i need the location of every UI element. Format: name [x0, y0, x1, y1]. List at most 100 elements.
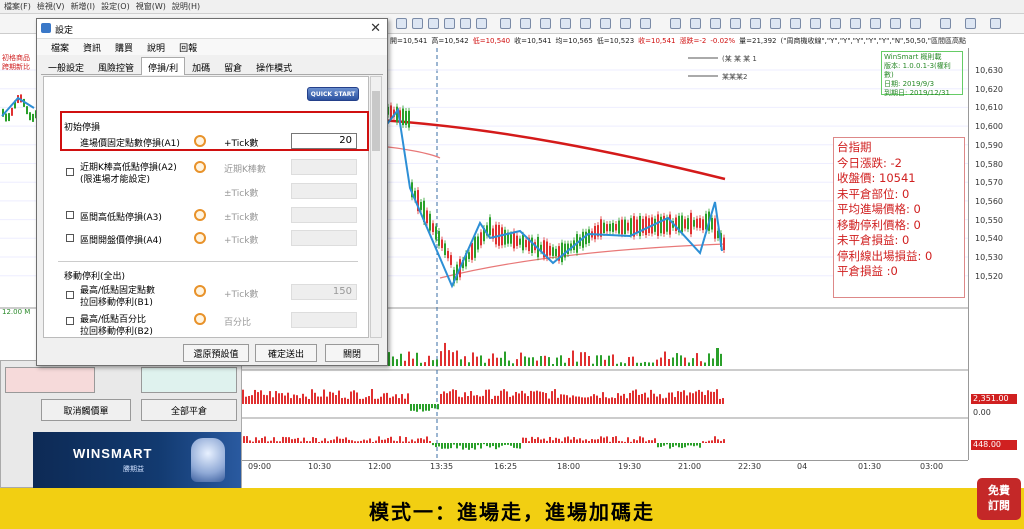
time-tick: 12:00 [368, 462, 392, 471]
confirm-submit-button[interactable]: 確定送出 [255, 344, 317, 362]
legend-label: 某某某2 [722, 73, 747, 81]
dialog-menu-report[interactable]: 回報 [179, 41, 197, 55]
toolbar-icon[interactable] [810, 18, 821, 29]
indicator-bar [414, 441, 416, 443]
indicator-bar [324, 438, 326, 443]
buy-button[interactable] [141, 367, 237, 393]
subscribe-badge[interactable]: 免費 訂閱 [977, 478, 1021, 520]
toolbar-icon[interactable] [460, 18, 471, 29]
a3-checkbox[interactable] [66, 211, 74, 219]
candle [711, 217, 713, 230]
help-icon[interactable] [194, 232, 206, 244]
help-icon[interactable] [194, 285, 206, 297]
a4-checkbox[interactable] [66, 234, 74, 242]
indicator-bar [540, 439, 542, 443]
toolbar-icon[interactable] [770, 18, 781, 29]
indicator-bar [332, 392, 334, 404]
toolbar-icon[interactable] [444, 18, 455, 29]
toolbar-icon[interactable] [850, 18, 861, 29]
a2-bars-input[interactable] [291, 159, 357, 175]
toolbar-icon[interactable] [710, 18, 721, 29]
toolbar-icon[interactable] [428, 18, 439, 29]
candle [624, 219, 626, 235]
toolbar-icon[interactable] [990, 18, 1001, 29]
dialog-menu-file[interactable]: 檔案 [51, 41, 69, 55]
close-icon[interactable]: ✕ [370, 21, 381, 36]
indicator-bar [344, 397, 346, 404]
help-icon[interactable] [194, 209, 206, 221]
dialog-scrollbar[interactable] [370, 76, 382, 338]
indicator-bar [251, 395, 253, 404]
price-tick: 10,610 [975, 103, 1003, 113]
tab-mode[interactable]: 操作模式 [249, 57, 299, 75]
b2-percent-input[interactable] [291, 312, 357, 328]
toolbar-icon[interactable] [910, 18, 921, 29]
tab-general[interactable]: 一般設定 [41, 57, 91, 75]
tab-stoploss[interactable]: 停損/利 [141, 57, 186, 75]
help-icon[interactable] [194, 313, 206, 325]
toolbar-icon[interactable] [580, 18, 591, 29]
scrollbar-thumb[interactable] [372, 91, 380, 151]
a2-checkbox[interactable] [66, 168, 74, 176]
toolbar-icon[interactable] [560, 18, 571, 29]
dialog-menu-info[interactable]: 資訊 [83, 41, 101, 55]
tab-overnight[interactable]: 留倉 [217, 57, 249, 75]
dialog-menu-purchase[interactable]: 購買 [115, 41, 133, 55]
menu-settings[interactable]: 設定(O) [101, 1, 130, 12]
quick-start-button[interactable]: QUICK START [307, 87, 359, 101]
toolbar-icon[interactable] [500, 18, 511, 29]
a4-tick-input[interactable] [291, 230, 357, 246]
toolbar-icon[interactable] [540, 18, 551, 29]
tab-risk[interactable]: 風險控管 [91, 57, 141, 75]
a3-tick-input[interactable] [291, 207, 357, 223]
menu-file[interactable]: 檔案(F) [4, 1, 31, 12]
toolbar-icon[interactable] [412, 18, 423, 29]
close-button[interactable]: 關閉 [325, 344, 379, 362]
menu-window[interactable]: 視窗(W) [136, 1, 166, 12]
toolbar-icon[interactable] [940, 18, 951, 29]
change-pct: -0.02% [710, 37, 736, 45]
b2-checkbox[interactable] [66, 317, 74, 325]
toolbar-icon[interactable] [790, 18, 801, 29]
indicator-bar [267, 441, 269, 443]
menu-help[interactable]: 說明(H) [172, 1, 200, 12]
help-icon[interactable] [194, 161, 206, 173]
candle [621, 219, 623, 235]
toolbar-icon[interactable] [620, 18, 631, 29]
a2-tick-input[interactable] [291, 183, 357, 199]
volume-bar [464, 356, 466, 366]
indicator-bar [576, 439, 578, 443]
restore-defaults-button[interactable]: 還原預設值 [183, 344, 249, 362]
b1-checkbox[interactable] [66, 291, 74, 299]
toolbar-icon[interactable] [750, 18, 761, 29]
close-all-button[interactable]: 全部平倉 [141, 399, 237, 421]
tab-add-position[interactable]: 加碼 [185, 57, 217, 75]
indicator-bar [686, 395, 688, 404]
volume-bar [556, 357, 558, 366]
cancel-trigger-orders-button[interactable]: 取消觸價單 [41, 399, 131, 421]
dialog-menu-help[interactable]: 說明 [147, 41, 165, 55]
indicator-bar [291, 439, 293, 443]
divider [58, 261, 358, 262]
toolbar-icon[interactable] [600, 18, 611, 29]
toolbar-icon[interactable] [520, 18, 531, 29]
b1-tick-input[interactable]: 150 [291, 284, 357, 300]
toolbar-icon[interactable] [870, 18, 881, 29]
toolbar-icon[interactable] [890, 18, 901, 29]
sell-button[interactable] [5, 367, 95, 393]
candle [588, 229, 590, 244]
toolbar-icon[interactable] [830, 18, 841, 29]
toolbar-icon[interactable] [730, 18, 741, 29]
toolbar-icon[interactable] [690, 18, 701, 29]
toolbar-icon[interactable] [965, 18, 976, 29]
toolbar-icon[interactable] [640, 18, 651, 29]
menu-insert[interactable]: 新增(I) [71, 1, 96, 12]
candle [690, 212, 692, 235]
indicator-bar [441, 443, 443, 449]
menu-view[interactable]: 檢視(V) [37, 1, 65, 12]
toolbar-icon[interactable] [396, 18, 407, 29]
toolbar-icon[interactable] [670, 18, 681, 29]
indicator-bar [536, 390, 538, 404]
toolbar-icon[interactable] [476, 18, 487, 29]
indicator-bar [623, 393, 625, 404]
